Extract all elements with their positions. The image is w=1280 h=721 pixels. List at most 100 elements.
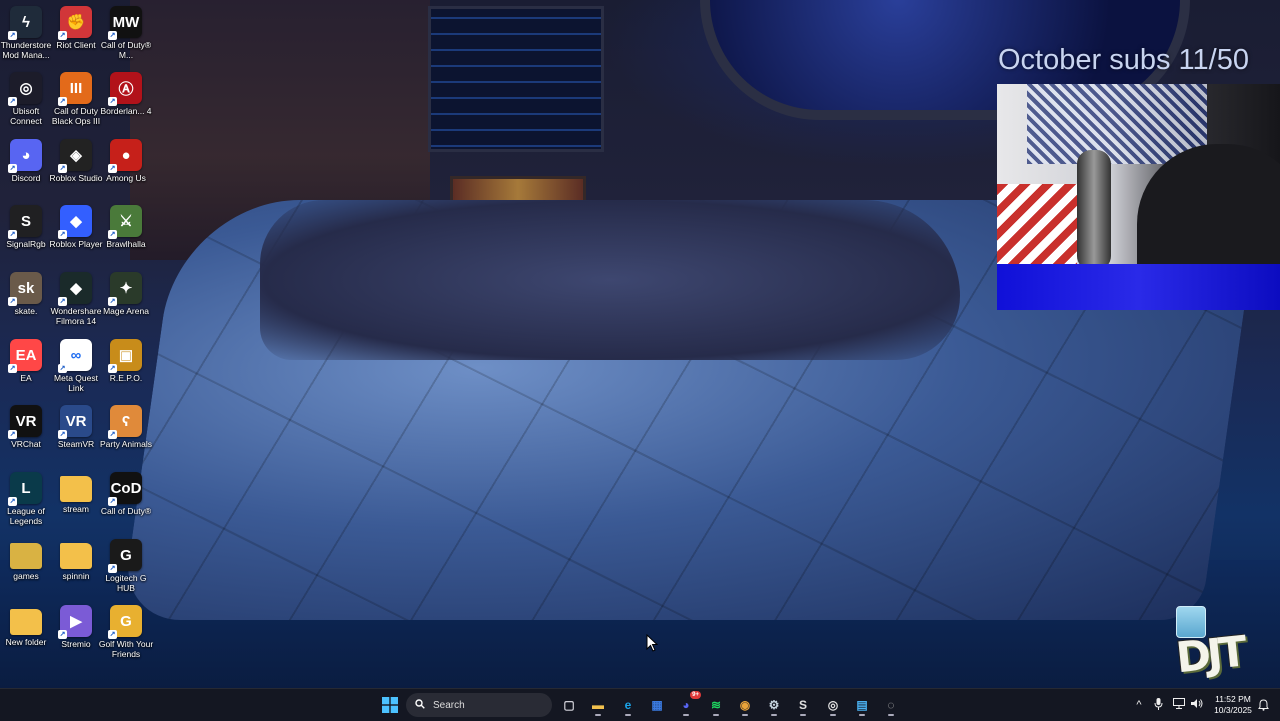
taskbar-steam-button[interactable]: ⚙	[762, 693, 786, 717]
stremio-icon: ▶ ↗	[58, 605, 92, 639]
desktop-icon-repo[interactable]: ▣ ↗ R.E.P.O.	[101, 339, 151, 403]
desktop-icon-riot-client[interactable]: ✊ ↗ Riot Client	[51, 6, 101, 70]
desktop-icon-roblox-player[interactable]: ◆ ↗ Roblox Player	[50, 205, 102, 269]
corner-logo: DJT	[1173, 626, 1246, 683]
shortcut-arrow-icon: ↗	[8, 230, 17, 239]
desktop-icon-meta-quest-link[interactable]: ∞ ↗ Meta Quest Link	[51, 339, 101, 403]
webcam-blue-bar	[997, 264, 1280, 310]
taskbar: Search ▢ ▬ e ▦ ◕ 9+ ≋ ◉ ⚙ S ◎ ▤ ◌ ^ 11:52 PM 10/3/20…	[0, 688, 1280, 721]
desktop-icon-logitech-g-hub[interactable]: G ↗ Logitech G HUB	[101, 539, 151, 603]
ubisoft-connect-icon: ◎ ↗	[8, 72, 42, 106]
desktop-icon-call-of-duty[interactable]: CoD ↗ Call of Duty®	[101, 472, 151, 536]
desktop-icon-brawlhalla[interactable]: ⚔ ↗ Brawlhalla	[101, 205, 151, 269]
desktop-icon-folder[interactable]: games	[1, 539, 51, 603]
logitech-g-hub-icon: G ↗	[108, 539, 142, 573]
desktop-icon-vrchat[interactable]: VR ↗ VRChat	[1, 405, 51, 469]
desktop-icon-folder[interactable]: spinnin	[51, 539, 101, 603]
tray-overflow-chevron-icon[interactable]: ^	[1132, 699, 1146, 711]
desktop-icon-black-ops-3[interactable]: III ↗ Call of Duty Black Ops III	[51, 72, 101, 136]
shortcut-arrow-icon: ↗	[58, 297, 67, 306]
desktop-icon-call-of-duty-mw[interactable]: MW ↗ Call of Duty® M...	[101, 6, 151, 70]
folder-icon	[60, 476, 92, 502]
desktop-icon-filmora[interactable]: ◆ ↗ Wondershare Filmora 14	[51, 272, 101, 336]
discord-icon: ◕ ↗	[8, 139, 42, 173]
repo-icon: ▣ ↗	[108, 339, 142, 373]
running-indicator	[859, 714, 865, 716]
app-icon: ◌	[887, 698, 895, 712]
taskbar-discord-button[interactable]: ◕ 9+	[674, 691, 701, 717]
taskbar-signalrgb-button[interactable]: S	[791, 693, 815, 717]
signalrgb-icon: S	[798, 698, 807, 712]
desktop-icon-label: Borderlan... 4	[100, 106, 152, 116]
clock-date: 10/3/2025	[1214, 705, 1252, 715]
start-button[interactable]	[378, 693, 402, 717]
webcam-overlay	[997, 84, 1280, 310]
desktop-icon-golf-with-friends[interactable]: G ↗ Golf With Your Friends	[99, 605, 153, 669]
running-indicator	[800, 714, 806, 716]
network-icon[interactable]	[1173, 698, 1185, 712]
taskbar-clock[interactable]: 11:52 PM 10/3/2025	[1212, 694, 1254, 716]
taskbar-task-view-button[interactable]: ▢	[557, 693, 581, 717]
black-ops-3-icon: III ↗	[58, 72, 92, 106]
running-indicator	[888, 714, 894, 716]
desktop-icon-label: Logitech G HUB	[105, 573, 147, 593]
desktop-icon-thunderstore[interactable]: ϟ ↗ Thunderstore Mod Mana...	[1, 6, 51, 70]
wallpaper-monitor-panel	[428, 6, 604, 152]
shortcut-arrow-icon: ↗	[108, 497, 117, 506]
desktop-icon-folder[interactable]: New folder	[1, 605, 51, 669]
webcam-flag	[997, 184, 1077, 264]
signalrgb-icon: S ↗	[8, 205, 42, 239]
desktop-icon-ubisoft-connect[interactable]: ◎ ↗ Ubisoft Connect	[1, 72, 51, 136]
edge-icon: e	[624, 698, 632, 712]
desktop-icon-ea[interactable]: EA ↗ EA	[1, 339, 51, 403]
taskbar-search-box[interactable]: Search	[406, 693, 552, 717]
taskbar-microsoft-store-button[interactable]: ▦	[645, 693, 669, 717]
taskbar-file-explorer-button[interactable]: ▬	[586, 693, 610, 717]
desktop-icon-steamvr[interactable]: VR ↗ SteamVR	[51, 405, 101, 469]
subs-goal-text: October subs 11/50	[998, 44, 1249, 76]
taskbar-chrome-button[interactable]: ◉	[733, 693, 757, 717]
taskbar-spotify-button[interactable]: ≋	[704, 693, 728, 717]
taskbar-app-button[interactable]: ◌	[879, 693, 903, 717]
shortcut-arrow-icon: ↗	[8, 497, 17, 506]
desktop-icon-roblox-studio[interactable]: ◈ ↗ Roblox Studio	[50, 139, 102, 203]
desktop-icon-folder[interactable]: stream	[51, 472, 101, 536]
folder-icon	[10, 543, 42, 569]
wallpaper-blanket	[260, 200, 960, 360]
desktop-icon-skate[interactable]: sk ↗ skate.	[1, 272, 51, 336]
desktop-icon-among-us[interactable]: ● ↗ Among Us	[101, 139, 151, 203]
roblox-studio-icon: ◈ ↗	[58, 139, 92, 173]
taskbar-notepad-button[interactable]: ▤	[850, 693, 874, 717]
shortcut-arrow-icon: ↗	[108, 230, 117, 239]
call-of-duty-mw-icon: MW ↗	[108, 6, 142, 40]
vrchat-icon: VR ↗	[8, 405, 42, 439]
desktop-icon-label: Golf With Your Friends	[98, 639, 154, 659]
running-indicator	[771, 714, 777, 716]
shortcut-arrow-icon: ↗	[58, 230, 67, 239]
volume-icon[interactable]	[1191, 698, 1203, 712]
desktop-icon-borderlands[interactable]: Ⓐ ↗ Borderlan... 4	[100, 72, 152, 136]
desktop-icon-stremio[interactable]: ▶ ↗ Stremio	[51, 605, 101, 669]
running-indicator	[742, 714, 748, 716]
desktop-icon-discord[interactable]: ◕ ↗ Discord	[1, 139, 51, 203]
desktop-icon-mage-arena[interactable]: ✦ ↗ Mage Arena	[101, 272, 151, 336]
desktop-icon-label: Party Animals	[100, 439, 152, 449]
borderlands-icon: Ⓐ ↗	[108, 72, 142, 106]
mage-arena-icon: ✦ ↗	[108, 272, 142, 306]
shortcut-arrow-icon: ↗	[108, 97, 117, 106]
thunderstore-icon: ϟ ↗	[8, 6, 42, 40]
running-indicator	[830, 714, 836, 716]
taskbar-edge-button[interactable]: e	[616, 693, 640, 717]
desktop-icon-signalrgb[interactable]: S ↗ SignalRgb	[1, 205, 51, 269]
steam-icon: ⚙	[768, 698, 780, 712]
shortcut-arrow-icon: ↗	[108, 430, 117, 439]
desktop-icon-league-of-legends[interactable]: L ↗ League of Legends	[1, 472, 51, 536]
clock-time: 11:52 PM	[1215, 694, 1251, 704]
taskbar-obs-button[interactable]: ◎	[821, 693, 845, 717]
desktop-icon-party-animals[interactable]: ʕ ↗ Party Animals	[100, 405, 152, 469]
system-tray: ^	[1132, 689, 1203, 721]
notification-bell-icon[interactable]	[1256, 693, 1270, 717]
microphone-icon[interactable]	[1154, 697, 1163, 713]
desktop-icon-label: Among Us	[106, 173, 146, 183]
folder-icon	[60, 543, 92, 569]
